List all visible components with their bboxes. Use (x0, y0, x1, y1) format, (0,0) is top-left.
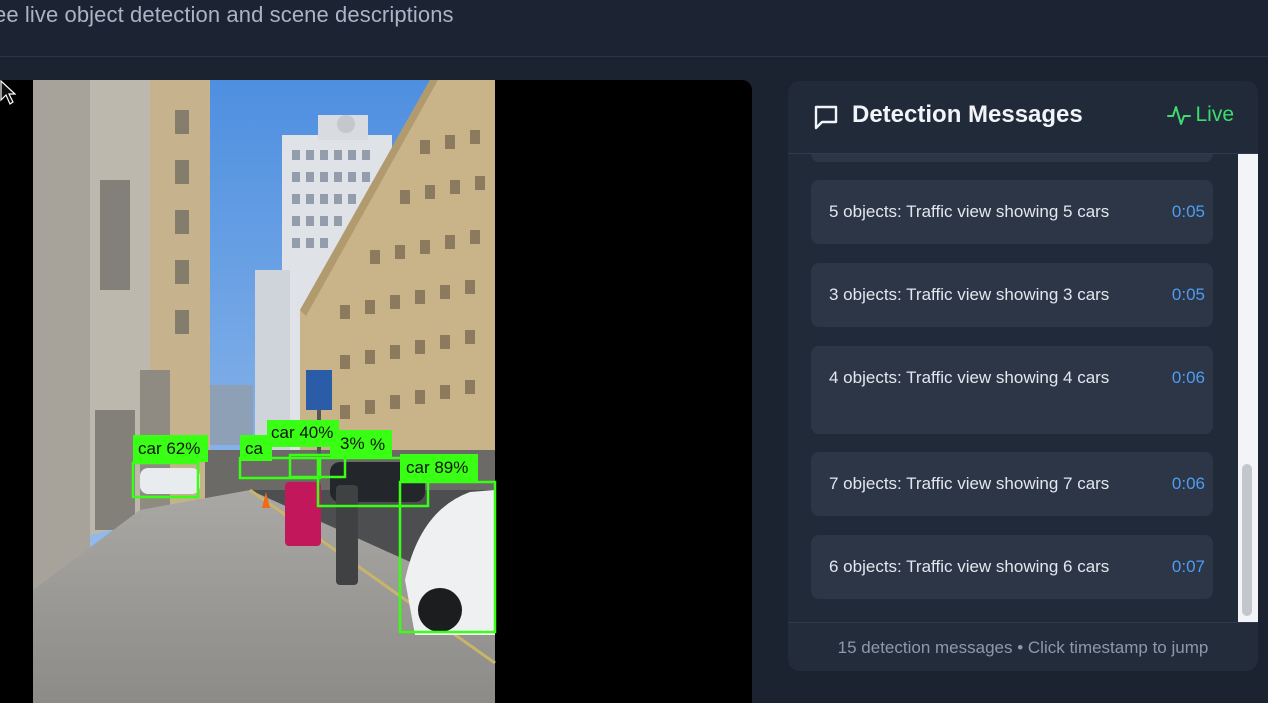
activity-icon (1167, 106, 1192, 125)
message-text: 6 objects: Traffic view showing 6 cars (829, 557, 1110, 576)
street-photo (33, 80, 496, 703)
mouse-cursor-icon (0, 80, 16, 105)
message-list[interactable]: 5 objects: Traffic view showing 5 cars 0… (788, 154, 1258, 622)
message-square-icon (814, 105, 838, 130)
message-text: 7 objects: Traffic view showing 7 cars (829, 474, 1110, 493)
top-bar: ee live object detection and scene descr… (0, 0, 1268, 57)
footer-text: 15 detection messages • Click timestamp … (837, 638, 1209, 657)
scrollbar-thumb[interactable] (1242, 464, 1252, 616)
detection-label: % (370, 435, 385, 454)
timestamp-link[interactable]: 0:05 (1172, 283, 1205, 307)
detection-label: car 40% (271, 423, 333, 442)
panel-footer: 15 detection messages • Click timestamp … (788, 622, 1258, 671)
timestamp-link[interactable]: 0:07 (1172, 555, 1205, 579)
panel-title: Detection Messages (852, 101, 1083, 128)
message-text: 5 objects: Traffic view showing 5 cars (829, 202, 1110, 221)
list-item: 6 objects: Traffic view showing 6 cars 0… (811, 535, 1213, 599)
detection-label: car 89% (406, 458, 468, 477)
video-frame: car 62% ca 3% % car 40% car 89% (33, 80, 497, 703)
detection-label: car 62% (138, 439, 200, 458)
scrollbar[interactable] (1238, 154, 1258, 622)
live-label: Live (1195, 103, 1234, 126)
timestamp-link[interactable]: 0:06 (1172, 366, 1205, 390)
message-text: 4 objects: Traffic view showing 4 cars (829, 368, 1110, 387)
timestamp-link[interactable]: 0:06 (1172, 472, 1205, 496)
list-item: 7 objects: Traffic view showing 7 cars 0… (811, 452, 1213, 516)
detection-label: ca (245, 439, 264, 458)
detection-messages-panel: Detection Messages Live 5 objects: Traff… (788, 81, 1258, 671)
list-item: 5 objects: Traffic view showing 5 cars 0… (811, 180, 1213, 244)
detection-label: 3% (340, 434, 365, 453)
list-item (811, 154, 1213, 162)
video-player[interactable]: car 62% ca 3% % car 40% car 89% (0, 80, 752, 703)
message-text: 3 objects: Traffic view showing 3 cars (829, 285, 1110, 304)
page-subtitle: ee live object detection and scene descr… (0, 2, 454, 27)
list-item: 3 objects: Traffic view showing 3 cars 0… (811, 263, 1213, 327)
timestamp-link[interactable]: 0:05 (1172, 200, 1205, 224)
list-item: 4 objects: Traffic view showing 4 cars 0… (811, 346, 1213, 434)
live-indicator: Live (1167, 103, 1234, 127)
panel-header: Detection Messages Live (788, 81, 1258, 154)
